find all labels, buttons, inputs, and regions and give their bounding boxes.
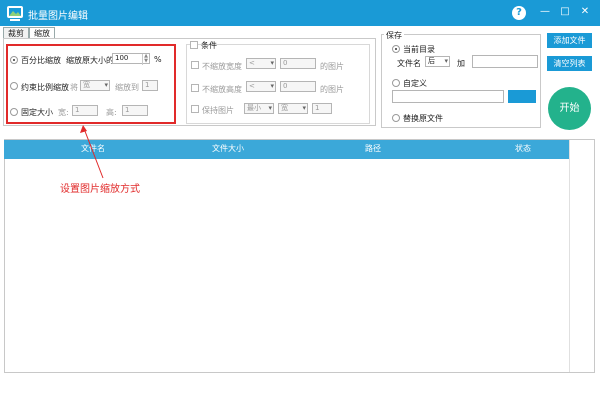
filename-position-select[interactable]: 后 <box>425 56 450 67</box>
keep-mode-value: 最小 <box>247 104 261 112</box>
window-title: 批量图片编辑 <box>28 11 88 22</box>
percent-unit: % <box>154 55 162 64</box>
fixed-width-label: 宽: <box>58 108 69 117</box>
filename-add-label: 加 <box>457 59 465 68</box>
replace-original-radio[interactable] <box>392 114 400 122</box>
file-table <box>4 139 595 373</box>
current-dir-radio[interactable] <box>392 45 400 53</box>
no-height-value: 0 <box>283 82 288 90</box>
column-path[interactable]: 路径 <box>365 143 381 154</box>
ratio-will-label: 将 <box>70 83 78 92</box>
percent-input-value: 100 <box>115 54 129 62</box>
no-height-op-value: < <box>249 82 255 90</box>
replace-original-label: 替换原文件 <box>403 114 443 123</box>
app-logo-icon <box>7 6 23 21</box>
fixed-height-value: 1 <box>125 106 130 114</box>
ratio-dimension-value: 宽 <box>83 81 90 89</box>
percent-scale-radio[interactable] <box>10 56 18 64</box>
percent-spinner-icon[interactable]: ▲ ▼ <box>142 54 149 65</box>
filename-affix-input[interactable] <box>472 55 538 68</box>
no-height-checkbox[interactable] <box>191 84 199 92</box>
no-height-op-select[interactable]: < <box>246 81 276 92</box>
fixed-size-radio[interactable] <box>10 108 18 116</box>
filename-label: 文件名 <box>397 59 421 68</box>
percent-scale-label: 百分比缩放 <box>21 56 61 65</box>
title-bar <box>0 0 600 26</box>
no-width-suffix: 的图片 <box>320 62 344 71</box>
ratio-dimension-select[interactable]: 宽 <box>80 80 110 91</box>
percent-of-original-label: 缩放原大小的 <box>66 56 114 65</box>
fixed-size-label: 固定大小 <box>21 108 53 117</box>
fixed-height-input[interactable]: 1 <box>122 105 148 116</box>
current-dir-label: 当前目录 <box>403 45 435 54</box>
no-height-suffix: 的图片 <box>320 85 344 94</box>
table-scroll-gutter <box>569 140 594 372</box>
start-button[interactable]: 开始 <box>548 87 591 130</box>
column-status[interactable]: 状态 <box>515 143 531 154</box>
add-file-button[interactable]: 添加文件 <box>547 33 592 48</box>
keep-mode-select[interactable]: 最小 <box>244 103 274 114</box>
keep-value-input[interactable]: 1 <box>312 103 332 114</box>
conditions-checkbox[interactable] <box>190 41 198 49</box>
clear-list-button[interactable]: 清空列表 <box>547 56 592 71</box>
column-filename[interactable]: 文件名 <box>81 143 105 154</box>
no-width-value: 0 <box>283 59 288 67</box>
fixed-height-label: 高: <box>106 108 117 117</box>
no-height-input[interactable]: 0 <box>280 81 316 92</box>
ratio-to-label: 缩放到 <box>115 83 139 92</box>
save-header: 保存 <box>384 30 404 41</box>
close-button[interactable]: ✕ <box>578 5 592 19</box>
no-height-label: 不缩放高度 <box>202 85 242 94</box>
ratio-input-value: 1 <box>145 81 150 89</box>
no-width-checkbox[interactable] <box>191 61 199 69</box>
column-filesize[interactable]: 文件大小 <box>212 143 244 154</box>
ratio-input[interactable]: 1 <box>142 80 158 91</box>
no-width-label: 不缩放宽度 <box>202 62 242 71</box>
percent-input[interactable]: 100 ▲ ▼ <box>112 53 150 65</box>
no-width-input[interactable]: 0 <box>280 58 316 69</box>
keep-dimension-select[interactable]: 宽 <box>278 103 308 114</box>
keep-image-label: 保持图片 <box>202 106 234 115</box>
browse-button[interactable] <box>508 90 536 103</box>
keep-dimension-value: 宽 <box>281 104 288 112</box>
fixed-width-value: 1 <box>75 106 80 114</box>
custom-dir-label: 自定义 <box>403 79 427 88</box>
minimize-button[interactable]: — <box>538 5 552 19</box>
no-width-op-select[interactable]: < <box>246 58 276 69</box>
keep-value: 1 <box>315 104 320 112</box>
ratio-scale-radio[interactable] <box>10 82 18 90</box>
help-button[interactable]: ? <box>512 6 526 20</box>
maximize-button[interactable]: □ <box>558 5 572 19</box>
ratio-scale-label: 约束比例缩放 <box>21 83 69 92</box>
no-width-op-value: < <box>249 59 255 67</box>
custom-dir-radio[interactable] <box>392 79 400 87</box>
annotation-text: 设置图片缩放方式 <box>60 184 140 195</box>
custom-dir-input[interactable] <box>392 90 504 103</box>
fixed-width-input[interactable]: 1 <box>72 105 98 116</box>
keep-image-checkbox[interactable] <box>191 105 199 113</box>
conditions-header: 条件 <box>201 41 217 50</box>
filename-position-value: 后 <box>428 57 435 65</box>
